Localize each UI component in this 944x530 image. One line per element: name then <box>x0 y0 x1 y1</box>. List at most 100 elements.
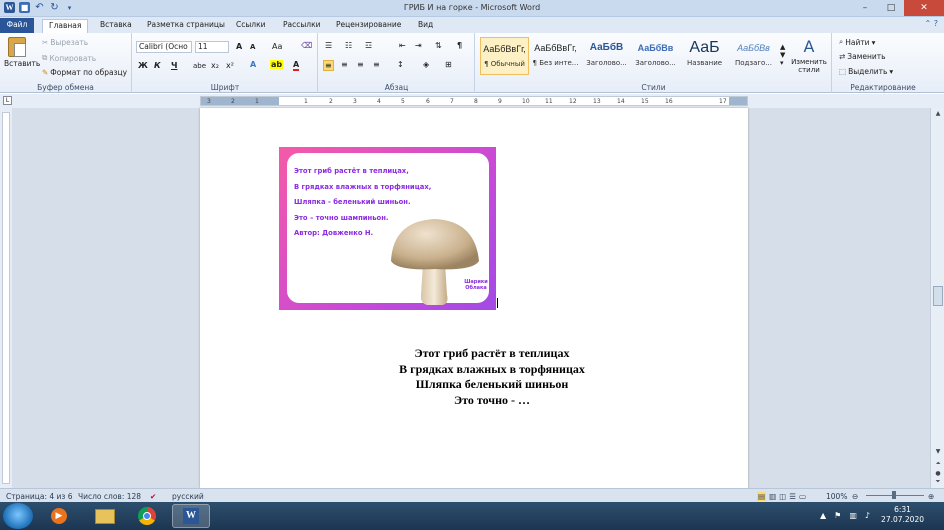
scroll-thumb[interactable] <box>933 286 943 306</box>
numbering-icon[interactable]: ☷ <box>345 41 352 50</box>
tab-page-layout[interactable]: Разметка страницы <box>147 19 225 33</box>
print-layout-icon[interactable]: ▤ <box>757 492 767 501</box>
zoom-out-button[interactable]: ⊖ <box>852 492 858 501</box>
tab-home[interactable]: Главная <box>42 19 89 33</box>
ruler-number: 1 <box>255 98 259 105</box>
network-icon[interactable]: ▥ <box>849 511 857 520</box>
underline-button[interactable]: Ч <box>171 61 177 70</box>
subscript-button[interactable]: x₂ <box>211 61 219 70</box>
zoom-slider-thumb[interactable] <box>892 491 896 499</box>
chrome-icon[interactable] <box>128 504 166 528</box>
find-button[interactable]: ⌕ Найти ▾ <box>839 37 875 47</box>
style-subtitle[interactable]: АаБбВв Подзаго... <box>729 37 778 75</box>
horizontal-ruler[interactable]: 3 2 1 1 2 3 4 5 6 7 8 9 10 11 12 13 14 1… <box>200 96 748 106</box>
style-normal[interactable]: АаБбВвГг, ¶ Обычный <box>480 37 529 75</box>
tab-selector-icon[interactable]: L <box>3 96 12 105</box>
decrease-indent-icon[interactable]: ⇤ <box>399 41 406 50</box>
volume-icon[interactable]: ♪ <box>865 511 870 520</box>
minimize-button[interactable]: – <box>852 0 878 16</box>
cut-button[interactable]: ✂ Вырезать <box>42 38 88 47</box>
tab-file[interactable]: Файл <box>0 18 34 33</box>
help-icon[interactable]: ⌃ ? <box>925 19 939 28</box>
tab-review[interactable]: Рецензирование <box>336 19 401 33</box>
font-color-icon[interactable]: A <box>293 60 300 71</box>
style-no-spacing[interactable]: АаБбВвГг, ¶ Без инте... <box>531 37 580 75</box>
increase-indent-icon[interactable]: ⇥ <box>415 41 422 50</box>
maximize-button[interactable]: □ <box>878 0 904 16</box>
language-tray-icon[interactable]: ▲ <box>820 511 826 520</box>
shrink-font-button[interactable]: A <box>250 43 255 51</box>
change-case-button[interactable]: Aa <box>272 42 282 51</box>
justify-icon[interactable]: ≡ <box>373 60 380 69</box>
outline-icon[interactable]: ☰ <box>789 492 796 501</box>
paste-button[interactable]: Вставить <box>4 37 40 68</box>
text-effects-icon[interactable]: A <box>250 60 256 69</box>
grow-font-button[interactable]: A <box>236 42 242 51</box>
multilevel-list-icon[interactable]: ☲ <box>365 41 372 50</box>
close-button[interactable]: ✕ <box>904 0 944 16</box>
change-styles-button[interactable]: A Изменить стили <box>790 37 828 74</box>
tab-mailings[interactable]: Рассылки <box>283 19 321 33</box>
style-title[interactable]: АаБ Название <box>680 37 729 75</box>
align-right-icon[interactable]: ≡ <box>357 60 364 69</box>
proofing-icon[interactable]: ✔ <box>150 492 156 501</box>
full-screen-icon[interactable]: ▥ <box>769 492 776 501</box>
zoom-level[interactable]: 100% <box>826 492 847 501</box>
tab-insert[interactable]: Вставка <box>100 19 132 33</box>
bullets-icon[interactable]: ☰ <box>325 41 332 50</box>
flag-icon[interactable]: ⚑ <box>834 511 841 520</box>
vertical-scrollbar[interactable]: ▲ ▼ ⏶ ● ⏷ <box>930 108 944 488</box>
superscript-button[interactable]: x² <box>226 61 234 70</box>
zoom-in-button[interactable]: ⊕ <box>928 492 934 501</box>
line-spacing-icon[interactable]: ↕ <box>397 60 404 69</box>
shading-icon[interactable]: ◈ <box>423 60 429 69</box>
italic-button[interactable]: К <box>154 61 161 70</box>
format-painter-button[interactable]: ✎ Формат по образцу <box>42 68 127 77</box>
next-page-icon[interactable]: ⏷ <box>933 478 943 487</box>
align-left-icon[interactable]: ≡ <box>323 60 334 71</box>
style-heading-1[interactable]: АаБбВ Заголово... <box>582 37 631 75</box>
style-name: Название <box>686 59 723 67</box>
clock[interactable]: 6:31 27.07.2020 <box>881 505 924 525</box>
copy-button[interactable]: ⧉ Копировать <box>42 53 96 63</box>
poem-picture[interactable]: Этот гриб растёт в теплицах, В грядках в… <box>279 147 496 310</box>
tab-view[interactable]: Вид <box>418 19 433 33</box>
media-player-icon[interactable]: ▶ <box>40 504 78 528</box>
word-taskbar-icon[interactable]: W <box>172 504 210 528</box>
styles-scroll[interactable]: ▲ ▼ ▾ <box>780 43 785 67</box>
start-button[interactable] <box>3 503 33 529</box>
poem-line: Это точно - … <box>454 392 530 407</box>
vertical-ruler[interactable] <box>0 108 12 488</box>
explorer-icon[interactable] <box>86 504 124 528</box>
select-button[interactable]: ⬚ Выделить ▾ <box>839 67 893 76</box>
ruler-number: 12 <box>569 98 577 105</box>
style-name: ¶ Обычный <box>484 60 525 68</box>
poem-text[interactable]: Этот гриб растёт в теплицах В грядках вл… <box>200 346 784 408</box>
show-marks-button[interactable]: ¶ <box>457 41 462 50</box>
sort-icon[interactable]: ⇅ <box>435 41 442 50</box>
styles-group: АаБбВвГг, ¶ Обычный АаБбВвГг, ¶ Без инте… <box>476 33 832 93</box>
scroll-up-arrow[interactable]: ▲ <box>933 110 943 119</box>
clipboard-group-label: Буфер обмена <box>37 83 94 92</box>
view-buttons[interactable]: ▤ ▥ ◫ ☰ ▭ <box>757 492 806 501</box>
web-layout-icon[interactable]: ◫ <box>779 492 786 501</box>
draft-icon[interactable]: ▭ <box>799 492 806 501</box>
strikethrough-button[interactable]: abe <box>193 62 206 70</box>
editing-group: ⌕ Найти ▾ ⇄ Заменить ⬚ Выделить ▾ Редактирова… <box>833 33 933 93</box>
tab-references[interactable]: Ссылки <box>236 19 265 33</box>
borders-icon[interactable]: ⊞ <box>445 60 452 69</box>
scroll-down-arrow[interactable]: ▼ <box>933 448 943 457</box>
style-heading-2[interactable]: АаБбВв Заголово... <box>631 37 680 75</box>
bold-button[interactable]: Ж <box>138 61 148 70</box>
font-size-combo[interactable]: 11 <box>195 41 229 53</box>
picture-line: Автор: Довженко Н. <box>294 229 374 237</box>
clear-format-icon[interactable]: ⌫ <box>301 41 312 50</box>
align-center-icon[interactable]: ≡ <box>341 60 348 69</box>
prev-page-icon[interactable]: ⏶ <box>933 460 943 469</box>
replace-button[interactable]: ⇄ Заменить <box>839 52 886 61</box>
word-count[interactable]: Число слов: 128 <box>78 492 141 501</box>
highlight-icon[interactable]: ab <box>270 60 284 69</box>
font-name-combo[interactable]: Calibri (Осно <box>136 41 192 53</box>
language-indicator[interactable]: русский <box>172 492 204 501</box>
page-count[interactable]: Страница: 4 из 6 <box>6 492 73 501</box>
